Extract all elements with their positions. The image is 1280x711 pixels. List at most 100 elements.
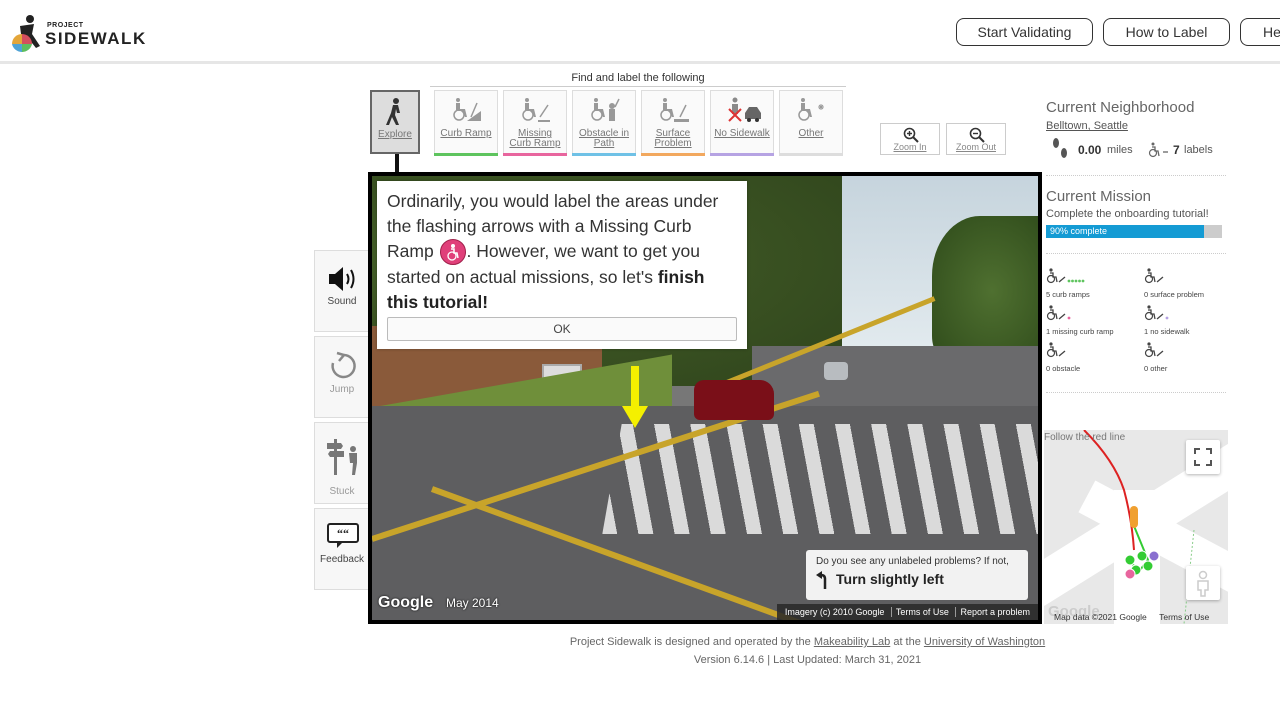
- turn-instruction-text: Turn slightly left: [836, 571, 944, 587]
- neighborhood-stats: 0.00 miles 7 labels: [1050, 138, 1230, 162]
- distance-value: 0.00: [1078, 143, 1102, 157]
- jump-button[interactable]: Jump: [314, 336, 370, 418]
- explore-label: Explore: [378, 129, 412, 140]
- surface-problem-tool[interactable]: Surface Problem: [641, 90, 705, 156]
- flashing-arrow-icon[interactable]: [622, 366, 648, 430]
- zoom-out-icon: [969, 127, 985, 143]
- stuck-signpost-icon: [327, 439, 357, 475]
- mission-count-text: 1 no sidewalk: [1144, 327, 1190, 336]
- logo-small-text: PROJECT: [47, 22, 84, 29]
- minimap-footer: Map data ©2021 Google Terms of Use: [1054, 612, 1209, 622]
- missing-curb-ramp-icon: [1046, 305, 1071, 321]
- minimap-terms-link[interactable]: Terms of Use: [1159, 612, 1209, 622]
- mission-count-obstacle: 0 obstacle: [1046, 342, 1086, 373]
- neighborhood-name-link[interactable]: Belltown, Seattle: [1046, 120, 1128, 132]
- mission-description: Complete the onboarding tutorial!: [1046, 208, 1209, 220]
- zoom-out-label: Zoom Out: [955, 142, 996, 152]
- labels-count-icon: [1148, 142, 1168, 158]
- jump-arrow-icon: [331, 351, 356, 379]
- help-button[interactable]: He: [1240, 18, 1280, 46]
- makeability-lab-link[interactable]: Makeability Lab: [814, 636, 890, 648]
- minimap[interactable]: Follow the red line Google Map data ©202…: [1044, 430, 1228, 624]
- surface-problem-icon: [1144, 268, 1164, 284]
- turn-instruction: Turn slightly left: [816, 571, 1018, 589]
- imagery-credit: Imagery (c) 2010 Google: [784, 607, 885, 617]
- imagery-date: May 2014: [446, 596, 499, 610]
- pegman-icon: [1197, 570, 1209, 597]
- speaker-icon: [329, 267, 355, 291]
- feedback-speech-bubble-icon: “ “: [327, 523, 359, 548]
- tutorial-message-box: Ordinarily, you would label the areas un…: [377, 181, 747, 349]
- no-sidewalk-icon: [728, 97, 761, 122]
- mission-count-other: 0 other: [1144, 342, 1184, 373]
- labels-count-value: 7: [1173, 143, 1180, 157]
- section-divider: [1046, 253, 1226, 254]
- pano-terms-link[interactable]: Terms of Use: [890, 607, 953, 617]
- logo-big-text: SIDEWALK: [45, 29, 147, 48]
- sound-button[interactable]: Sound: [314, 250, 370, 332]
- missing-curb-ramp-label: Missing Curb Ramp: [509, 128, 561, 149]
- minimap-pegman-button[interactable]: [1186, 566, 1220, 600]
- current-mission-title: Current Mission: [1046, 188, 1152, 205]
- walking-person-icon: [386, 98, 400, 125]
- stuck-button[interactable]: Stuck: [314, 422, 370, 504]
- svg-text:“: “: [343, 526, 349, 540]
- curb-ramp-color-bar: [434, 153, 498, 156]
- obstacle-icon: [1046, 342, 1066, 358]
- mission-progress-fill: 90% complete: [1046, 225, 1205, 238]
- obstacle-color-bar: [572, 153, 636, 156]
- missing-curb-ramp-color-bar: [503, 153, 567, 156]
- other-color-bar: [779, 153, 843, 156]
- navigation-hint: Do you see any unlabeled problems? If no…: [806, 550, 1028, 600]
- project-sidewalk-logo[interactable]: PROJECT SIDEWALK: [10, 12, 160, 54]
- obstacle-in-path-label: Obstacle in Path: [578, 128, 630, 149]
- uw-link[interactable]: University of Washington: [924, 636, 1045, 648]
- report-problem-link[interactable]: Report a problem: [955, 607, 1034, 617]
- distance-unit: miles: [1107, 144, 1133, 156]
- no-sidewalk-color-bar: [710, 153, 774, 156]
- how-to-label-button[interactable]: How to Label: [1103, 18, 1230, 46]
- tutorial-ok-button[interactable]: OK: [387, 317, 737, 341]
- logo-mark-icon: [12, 15, 40, 52]
- obstacle-icon: [591, 98, 620, 121]
- mission-count-missing-curb-ramp: 1 missing curb ramp: [1046, 305, 1114, 336]
- feedback-button[interactable]: “ “ Feedback: [314, 508, 370, 590]
- stuck-label: Stuck: [329, 486, 355, 497]
- pano-footer: Imagery (c) 2010 Google Terms of Use Rep…: [776, 604, 1038, 620]
- mission-count-curb-ramp: 5 curb ramps: [1046, 268, 1090, 299]
- navigation-hint-question: Do you see any unlabeled problems? If no…: [816, 556, 1009, 567]
- zoom-out-button[interactable]: Zoom Out: [946, 123, 1006, 155]
- zoom-in-button[interactable]: Zoom In: [880, 123, 940, 155]
- current-neighborhood-title: Current Neighborhood: [1046, 99, 1195, 116]
- mission-count-no-sidewalk: 1 no sidewalk: [1144, 305, 1189, 336]
- minimap-fullscreen-button[interactable]: [1186, 440, 1220, 474]
- surface-problem-label: Surface Problem: [654, 128, 692, 149]
- top-header: PROJECT SIDEWALK Start Validating How to…: [0, 0, 1280, 64]
- curb-ramp-label: Curb Ramp: [440, 128, 492, 139]
- labels-count-unit: labels: [1184, 144, 1213, 156]
- footsteps-icon: [1053, 138, 1067, 158]
- missing-curb-ramp-icon: [522, 98, 550, 122]
- obstacle-in-path-tool[interactable]: Obstacle in Path: [572, 90, 636, 156]
- missing-curb-ramp-icon: [439, 239, 466, 266]
- no-sidewalk-label: No Sidewalk: [714, 128, 770, 139]
- curb-ramp-tool[interactable]: Curb Ramp: [434, 90, 498, 156]
- no-sidewalk-tool[interactable]: No Sidewalk: [710, 90, 774, 156]
- version-info: Version 6.14.6 | Last Updated: March 31,…: [693, 654, 922, 666]
- missing-curb-ramp-tool[interactable]: Missing Curb Ramp: [503, 90, 567, 156]
- surface-problem-color-bar: [641, 153, 705, 156]
- explore-mode-button[interactable]: Explore: [370, 90, 420, 154]
- feedback-label: Feedback: [320, 554, 364, 565]
- mission-count-text: 5 curb ramps: [1046, 290, 1090, 299]
- other-label: Other: [798, 128, 824, 139]
- zoom-in-label: Zoom In: [893, 142, 927, 152]
- mission-count-text: 0 obstacle: [1046, 364, 1081, 373]
- google-watermark: Google: [378, 594, 434, 611]
- other-icon: [1144, 342, 1164, 358]
- mission-count-surface-problem: 0 surface problem: [1144, 268, 1204, 299]
- surface-problem-icon: [660, 98, 689, 122]
- mission-count-text: 0 surface problem: [1144, 290, 1205, 299]
- map-data-credit: Map data ©2021 Google: [1054, 612, 1147, 622]
- other-tool[interactable]: Other: [779, 90, 843, 156]
- start-validating-button[interactable]: Start Validating: [956, 18, 1093, 46]
